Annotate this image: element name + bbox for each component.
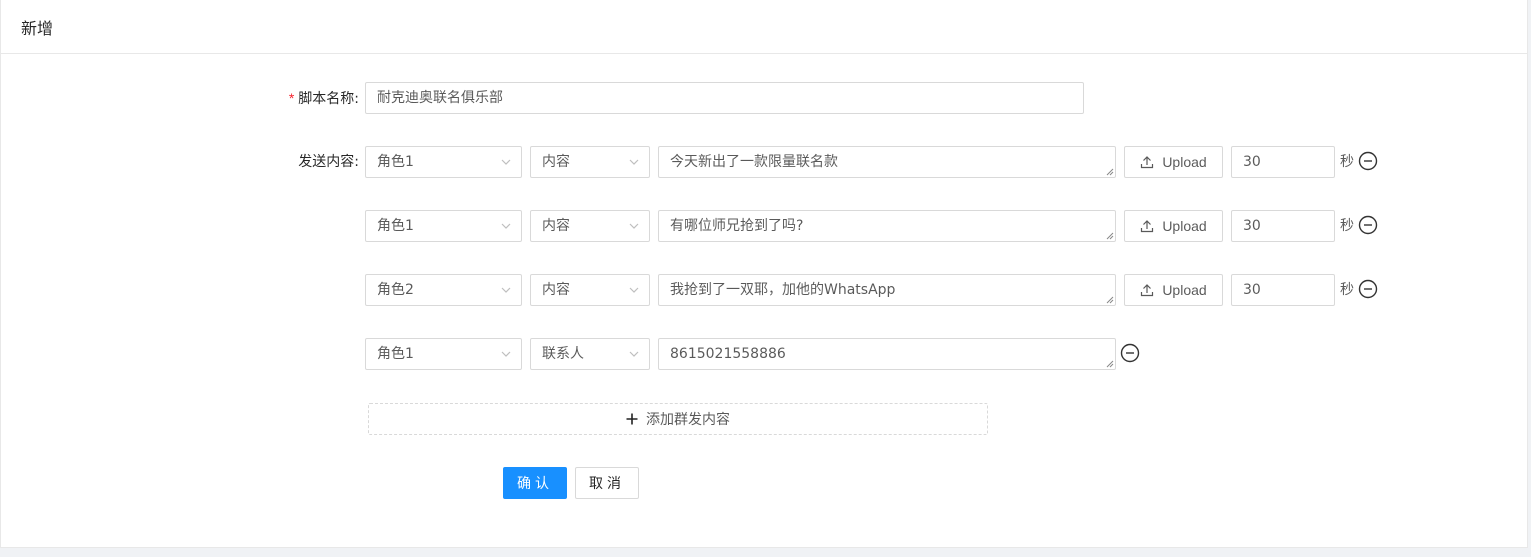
chevron-down-icon [501, 287, 511, 293]
card-header: 新增 [1, 0, 1527, 54]
resize-grip-icon[interactable] [1105, 231, 1114, 240]
plus-icon [626, 413, 638, 425]
script-name-input[interactable]: 耐克迪奥联名俱乐部 [365, 82, 1084, 114]
content-textarea[interactable]: 我抢到了一双耶，加他的WhatsApp [658, 274, 1116, 306]
add-content-button[interactable]: 添加群发内容 [368, 403, 988, 435]
chevron-down-icon [629, 287, 639, 293]
chevron-down-icon [501, 159, 511, 165]
chevron-down-icon [501, 351, 511, 357]
type-select[interactable]: 内容 [530, 210, 650, 242]
content-label: 发送内容: [298, 154, 359, 170]
type-select[interactable]: 内容 [530, 274, 650, 306]
role-select[interactable]: 角色1 [365, 146, 522, 178]
chevron-down-icon [629, 223, 639, 229]
script-name-label: * 脚本名称: [288, 90, 359, 107]
resize-grip-icon[interactable] [1105, 167, 1114, 176]
content-textarea[interactable]: 有哪位师兄抢到了吗? [658, 210, 1116, 242]
seconds-input[interactable]: 30 [1231, 146, 1335, 178]
required-mark: * [288, 90, 295, 106]
minus-circle-icon[interactable] [1358, 215, 1378, 235]
form-card: 新增 * 脚本名称: 耐克迪奥联名俱乐部 发送内容: 角色1 内容 今天新出了一款… [0, 0, 1528, 548]
contact-textarea[interactable]: 8615021558886 [658, 338, 1116, 370]
seconds-unit: 秒 [1340, 154, 1354, 170]
cancel-button[interactable]: 取消 [575, 467, 639, 499]
type-select[interactable]: 联系人 [530, 338, 650, 370]
upload-icon [1141, 220, 1154, 233]
chevron-down-icon [629, 159, 639, 165]
role-select[interactable]: 角色1 [365, 338, 522, 370]
upload-button[interactable]: Upload [1124, 274, 1223, 306]
resize-grip-icon[interactable] [1105, 295, 1114, 304]
role-select[interactable]: 角色2 [365, 274, 522, 306]
seconds-input[interactable]: 30 [1231, 210, 1335, 242]
role-select[interactable]: 角色1 [365, 210, 522, 242]
seconds-input[interactable]: 30 [1231, 274, 1335, 306]
seconds-unit: 秒 [1340, 218, 1354, 234]
upload-icon [1141, 156, 1154, 169]
seconds-unit: 秒 [1340, 282, 1354, 298]
upload-button[interactable]: Upload [1124, 210, 1223, 242]
content-textarea[interactable]: 今天新出了一款限量联名款 [658, 146, 1116, 178]
chevron-down-icon [501, 223, 511, 229]
page-title: 新增 [21, 18, 54, 38]
resize-grip-icon[interactable] [1105, 359, 1114, 368]
type-select[interactable]: 内容 [530, 146, 650, 178]
chevron-down-icon [629, 351, 639, 357]
confirm-button[interactable]: 确认 [503, 467, 567, 499]
minus-circle-icon[interactable] [1358, 279, 1378, 299]
minus-circle-icon[interactable] [1120, 343, 1140, 363]
upload-icon [1141, 284, 1154, 297]
minus-circle-icon[interactable] [1358, 151, 1378, 171]
upload-button[interactable]: Upload [1124, 146, 1223, 178]
